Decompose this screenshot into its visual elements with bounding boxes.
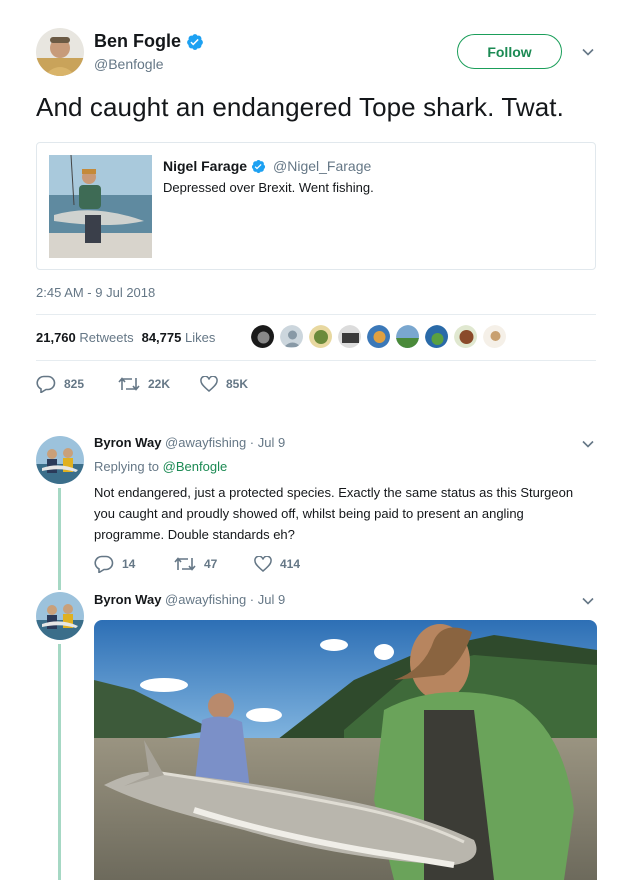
retweet-button[interactable]: 47 — [174, 556, 254, 572]
quoted-author-name[interactable]: Nigel Farage — [163, 158, 247, 174]
chevron-down-icon — [582, 440, 594, 448]
retweets-count: 21,760 — [36, 330, 76, 345]
chevron-down-icon — [582, 597, 594, 605]
retweet-icon — [174, 557, 196, 571]
chevron-down-icon — [582, 48, 594, 56]
reply-author-handle[interactable]: @awayfishing — [165, 592, 246, 607]
reply-icon — [94, 555, 114, 573]
follow-button[interactable]: Follow — [457, 34, 562, 69]
liker-avatars — [250, 324, 507, 349]
retweet-count: 22K — [148, 377, 171, 391]
divider — [36, 360, 596, 361]
liker-avatar[interactable] — [482, 324, 507, 349]
tweet-stats: 21,760 Retweets 84,775 Likes — [36, 330, 215, 345]
replying-to: Replying to @Benfogle — [94, 459, 227, 474]
reply-photo[interactable] — [94, 620, 597, 880]
replying-label: Replying to — [94, 459, 160, 474]
reply-author-name[interactable]: Byron Way — [94, 592, 161, 607]
retweets-label: Retweets — [79, 330, 134, 345]
divider — [36, 314, 596, 315]
reply-count: 14 — [122, 557, 136, 571]
reply-date[interactable]: · Jul 9 — [250, 592, 285, 607]
verified-icon — [251, 159, 266, 173]
likes-stat[interactable]: 84,775 Likes — [142, 330, 216, 345]
liker-avatar[interactable] — [337, 324, 362, 349]
reply-header: Byron Way @awayfishing · Jul 9 — [94, 592, 285, 607]
like-button[interactable]: 414 — [254, 556, 334, 572]
retweet-button[interactable]: 22K — [118, 376, 200, 392]
tweet-text: And caught an endangered Tope shark. Twa… — [36, 92, 564, 122]
reply-date[interactable]: · Jul 9 — [250, 435, 285, 450]
liker-avatar[interactable] — [424, 324, 449, 349]
reply-text: Not endangered, just a protected species… — [94, 485, 574, 542]
like-count: 414 — [280, 557, 301, 571]
quoted-tweet-text: Depressed over Brexit. Went fishing. — [163, 180, 374, 195]
retweet-count: 47 — [204, 557, 218, 571]
reply-menu-button[interactable] — [581, 437, 595, 451]
reply-icon — [36, 375, 56, 393]
verified-icon — [187, 33, 203, 50]
liker-avatar[interactable] — [453, 324, 478, 349]
liker-avatar[interactable] — [308, 324, 333, 349]
author-name[interactable]: Ben Fogle — [94, 31, 181, 52]
quoted-tweet-card[interactable]: Nigel Farage @Nigel_Farage Depressed ove… — [36, 142, 596, 270]
quoted-author-handle[interactable]: @Nigel_Farage — [273, 158, 371, 174]
heart-icon — [254, 556, 272, 572]
reply-button[interactable]: 825 — [36, 375, 118, 393]
reply-count: 825 — [64, 377, 85, 391]
author-avatar[interactable] — [36, 28, 84, 76]
likes-label: Likes — [184, 330, 216, 345]
like-count: 85K — [226, 377, 249, 391]
retweets-stat[interactable]: 21,760 Retweets — [36, 330, 134, 345]
reply-author-name[interactable]: Byron Way — [94, 435, 161, 450]
quoted-author-row[interactable]: Nigel Farage @Nigel_Farage — [163, 158, 371, 174]
tweet-actions: 825 22K 85K — [36, 375, 282, 393]
reply-header: Byron Way @awayfishing · Jul 9 — [94, 435, 285, 450]
reply-button[interactable]: 14 — [94, 555, 174, 573]
reply-author-avatar[interactable] — [36, 436, 84, 484]
reply-author-handle[interactable]: @awayfishing — [165, 435, 246, 450]
liker-avatar[interactable] — [250, 324, 275, 349]
like-button[interactable]: 85K — [200, 376, 282, 392]
reply-menu-button[interactable] — [581, 594, 595, 608]
tweet-menu-button[interactable] — [581, 45, 595, 59]
thread-line — [58, 488, 61, 590]
liker-avatar[interactable] — [395, 324, 420, 349]
liker-avatar[interactable] — [366, 324, 391, 349]
reply-actions: 14 47 414 — [94, 555, 334, 573]
heart-icon — [200, 376, 218, 392]
tweet-timestamp[interactable]: 2:45 AM - 9 Jul 2018 — [36, 285, 155, 300]
replying-handle-link[interactable]: @Benfogle — [163, 459, 228, 474]
retweet-icon — [118, 377, 140, 391]
quoted-tweet-image — [49, 155, 152, 258]
thread-line — [58, 644, 61, 880]
author-handle[interactable]: @Benfogle — [94, 56, 163, 72]
likes-count: 84,775 — [141, 330, 182, 345]
author-name-row[interactable]: Ben Fogle — [94, 31, 204, 52]
reply-author-avatar[interactable] — [36, 592, 84, 640]
liker-avatar[interactable] — [279, 324, 304, 349]
